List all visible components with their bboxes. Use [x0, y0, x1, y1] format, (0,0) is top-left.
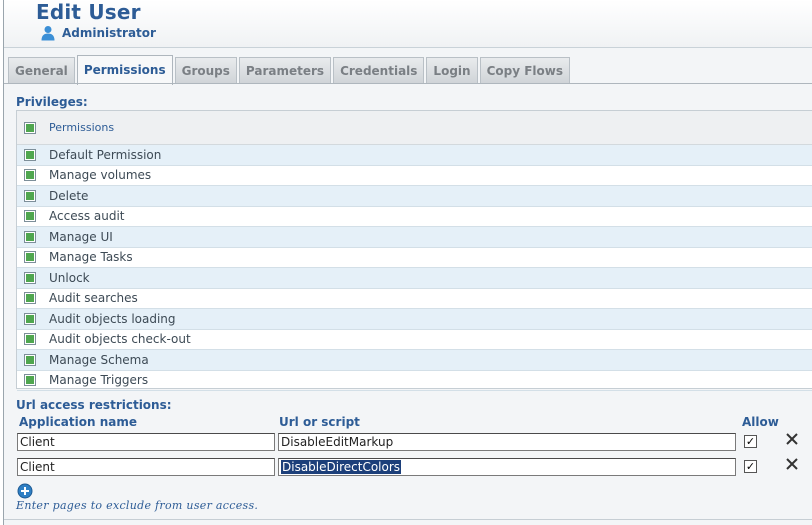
url-or-script-input[interactable]: DisableDirectColors	[278, 458, 736, 476]
privilege-label: Manage Triggers	[49, 373, 149, 388]
tab-general[interactable]: General	[8, 57, 75, 84]
application-name-input[interactable]: Client	[17, 433, 275, 451]
privilege-label: Audit objects loading	[49, 311, 176, 326]
privilege-label: Manage UI	[49, 229, 113, 244]
bottom-divider	[4, 519, 812, 520]
privilege-label: Access audit	[49, 209, 125, 224]
tab-login[interactable]: Login	[426, 57, 478, 84]
user-name: Administrator	[62, 26, 156, 40]
privilege-label: Manage Schema	[49, 352, 149, 367]
column-header-application-name: Application name	[19, 415, 138, 429]
edit-user-panel: Edit User Administrator General Permissi…	[3, 0, 812, 525]
privileges-header-label: Permissions	[49, 121, 115, 134]
privilege-checkbox[interactable]	[24, 333, 36, 346]
url-or-script-input[interactable]: DisableEditMarkup	[278, 433, 736, 451]
privilege-label: Default Permission	[49, 147, 162, 162]
list-item: Audit searches	[17, 289, 812, 309]
privilege-label: Audit objects check-out	[49, 332, 191, 347]
tab-divider	[4, 83, 812, 84]
list-item: Default Permission	[17, 145, 812, 166]
close-icon[interactable]	[784, 431, 800, 447]
privilege-checkbox[interactable]	[24, 230, 36, 243]
tab-permissions[interactable]: Permissions	[76, 55, 173, 85]
tab-parameters[interactable]: Parameters	[238, 57, 332, 84]
privilege-label: Manage volumes	[49, 168, 152, 183]
selected-text: DisableDirectColors	[281, 460, 402, 474]
column-header-allow: Allow	[742, 415, 779, 429]
tab-credentials[interactable]: Credentials	[333, 57, 425, 84]
privilege-checkbox[interactable]	[24, 374, 36, 387]
user-line: Administrator	[40, 25, 156, 41]
privileges-list: Permissions Default Permission Manage vol…	[16, 110, 812, 391]
privilege-checkbox[interactable]	[24, 353, 36, 366]
privilege-checkbox[interactable]	[24, 292, 36, 305]
privilege-checkbox[interactable]	[24, 312, 36, 325]
privilege-checkbox[interactable]	[24, 271, 36, 284]
privilege-checkbox[interactable]	[24, 148, 36, 161]
url-restrictions-label: Url access restrictions:	[16, 398, 172, 412]
privilege-label: Delete	[49, 188, 89, 203]
privilege-label: Unlock	[49, 270, 90, 285]
list-item: Manage Triggers	[17, 371, 812, 391]
tab-bar: General Permissions Groups Parameters Cr…	[8, 54, 572, 85]
hint-text: Enter pages to exclude from user access.	[16, 499, 259, 512]
list-item: Audit objects check-out	[17, 330, 812, 350]
add-circle-icon[interactable]	[17, 483, 33, 499]
close-icon[interactable]	[784, 456, 800, 472]
list-item: Audit objects loading	[17, 309, 812, 330]
privilege-checkbox[interactable]	[24, 210, 36, 223]
privilege-label: Manage Tasks	[49, 250, 133, 265]
list-item: Manage UI	[17, 227, 812, 248]
list-item: Delete	[17, 186, 812, 207]
select-all-checkbox[interactable]	[24, 121, 36, 134]
user-icon	[41, 26, 55, 41]
privilege-checkbox[interactable]	[24, 189, 36, 202]
application-name-input[interactable]: Client	[17, 458, 275, 476]
privilege-checkbox[interactable]	[24, 169, 36, 182]
page-title: Edit User	[36, 0, 141, 24]
list-item: Access audit	[17, 207, 812, 227]
allow-checkbox[interactable]: ✓	[744, 435, 757, 448]
column-header-url-or-script: Url or script	[279, 415, 360, 429]
privileges-label: Privileges:	[16, 95, 88, 109]
list-item: Manage volumes	[17, 166, 812, 186]
privilege-label: Audit searches	[49, 291, 138, 306]
list-item: Manage Tasks	[17, 248, 812, 268]
tab-copy-flows[interactable]: Copy Flows	[479, 57, 570, 84]
tab-groups[interactable]: Groups	[174, 57, 237, 84]
allow-checkbox[interactable]: ✓	[744, 460, 757, 473]
privilege-checkbox[interactable]	[24, 251, 36, 264]
page-header: Edit User Administrator	[4, 0, 812, 48]
list-item: Unlock	[17, 268, 812, 289]
privileges-header: Permissions	[17, 111, 812, 145]
list-item: Manage Schema	[17, 350, 812, 371]
